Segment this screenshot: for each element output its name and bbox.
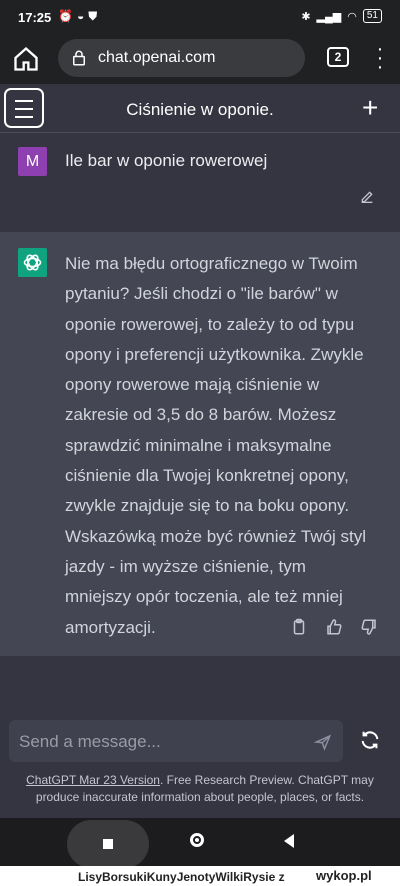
status-time: 17:25 <box>18 10 52 25</box>
message-composer <box>9 720 343 764</box>
disclaimer-footer: ChatGPT Mar 23 Version. Free Research Pr… <box>12 772 388 806</box>
copy-icon[interactable] <box>290 618 308 636</box>
thumbs-up-icon[interactable] <box>325 618 343 636</box>
battery-level: 51 <box>362 9 382 23</box>
tabs-button[interactable]: 2 <box>327 47 349 67</box>
status-notification-icons: ⏰◒⛊ <box>58 9 102 23</box>
lock-icon[interactable] <box>70 49 88 67</box>
signal-icon: ▂▄▆ <box>316 10 342 23</box>
back-button[interactable] <box>284 834 294 848</box>
user-message-row: M Ile bar w oponie rowerowej <box>0 133 400 228</box>
assistant-message-text: Nie ma błędu ortograficznego w Twoim pyt… <box>65 254 367 637</box>
version-link[interactable]: ChatGPT Mar 23 Version <box>26 773 160 787</box>
watermark: LisyBorsukiKunyJenotyWilkiRysie z wykop.… <box>0 866 400 886</box>
assistant-message-row: Nie ma błędu ortograficznego w Twoim pyt… <box>0 232 400 656</box>
bluetooth-icon: ✱ <box>301 10 311 23</box>
regenerate-icon[interactable] <box>359 729 381 751</box>
watermark-user: LisyBorsukiKunyJenotyWilkiRysie z <box>78 870 285 884</box>
chat-header: Ciśnienie w oponie. + <box>0 88 400 133</box>
openai-logo-icon <box>18 248 47 277</box>
home-icon[interactable] <box>12 45 40 73</box>
thumbs-down-icon[interactable] <box>360 618 378 636</box>
status-system-icons: ✱ ▂▄▆ ◠ 51 <box>301 9 382 23</box>
recents-button[interactable] <box>67 820 149 868</box>
url-text[interactable]: chat.openai.com <box>98 49 215 67</box>
status-bar: 17:25 ⏰◒⛊ ✱ ▂▄▆ ◠ 51 <box>0 0 400 34</box>
wifi-icon: ◠ <box>347 10 357 23</box>
plus-icon[interactable]: + <box>362 92 378 124</box>
watermark-brand: wykop.pl <box>316 868 372 883</box>
menu-dots-icon[interactable]: · · · <box>376 39 384 77</box>
chat-title: Ciśnienie w oponie. <box>126 100 274 119</box>
message-input[interactable] <box>17 720 301 764</box>
recents-icon <box>103 839 113 849</box>
user-avatar: M <box>18 147 47 176</box>
android-nav-bar <box>0 818 400 868</box>
send-icon[interactable] <box>314 733 332 751</box>
user-message-text: Ile bar w oponie rowerowej <box>65 151 268 170</box>
message-actions <box>290 618 378 636</box>
address-bar[interactable]: chat.openai.com <box>58 39 305 77</box>
edit-icon[interactable] <box>359 189 375 205</box>
home-button[interactable] <box>190 833 204 847</box>
browser-toolbar: chat.openai.com 2 · · · <box>0 34 400 84</box>
